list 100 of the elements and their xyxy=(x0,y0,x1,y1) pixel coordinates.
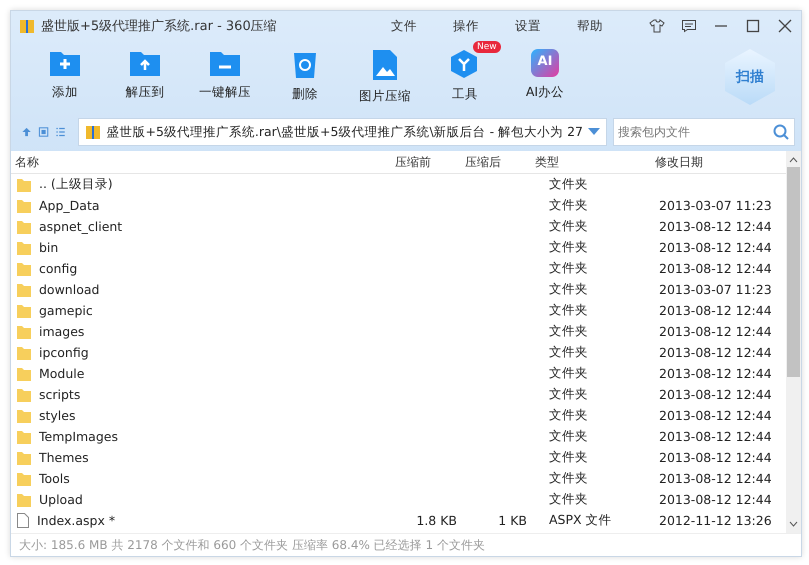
column-header[interactable]: 压缩前 xyxy=(391,154,461,170)
menu-item[interactable]: 文件 xyxy=(391,18,417,34)
table-cell-text: ASPX 文件 xyxy=(548,512,613,529)
scroll-thumb[interactable] xyxy=(787,167,800,377)
table-cell-text: 2013-08-12 12:44 xyxy=(658,345,773,360)
folder-icon xyxy=(17,366,31,380)
folder-icon xyxy=(17,408,31,422)
menu-item[interactable]: 帮助 xyxy=(577,18,603,34)
toolbar-button[interactable]: 删除 xyxy=(265,41,345,103)
folder-icon xyxy=(17,282,31,296)
toolbar-button[interactable]: 一键解压 xyxy=(185,41,265,101)
table-cell-text: 文件夹 xyxy=(548,344,589,361)
ai-icon-label: AI xyxy=(538,54,552,69)
table-cell-text: 2013-03-07 11:23 xyxy=(658,198,773,213)
folder-icon xyxy=(17,346,31,360)
table-cell-text: 2013-08-12 12:44 xyxy=(658,408,773,423)
file-name[interactable]: Themes xyxy=(35,450,93,465)
file-name[interactable]: gamepic xyxy=(35,303,97,318)
toolbar-button[interactable]: New 工具 xyxy=(425,41,505,103)
table-cell-text: 2013-08-12 12:44 xyxy=(658,471,773,486)
toolbar-button[interactable]: AI AI办公 xyxy=(505,41,585,101)
table-cell-text: 文件夹 xyxy=(548,197,589,214)
image-file-icon xyxy=(372,49,398,81)
table-cell-text: 2013-08-12 12:44 xyxy=(658,492,773,507)
folder-icon xyxy=(17,472,31,486)
file-icon xyxy=(17,513,29,528)
scroll-down-icon[interactable] xyxy=(789,521,798,527)
folder-icon xyxy=(17,178,31,192)
table-cell-text: 文件夹 xyxy=(548,218,589,235)
table-cell-text: 文件夹 xyxy=(548,428,589,445)
ai-logo-icon xyxy=(531,49,559,77)
column-header[interactable]: 名称 xyxy=(11,154,391,170)
table-cell-text: 2013-08-12 12:44 xyxy=(658,261,773,276)
search-field[interactable]: 搜索包内文件 xyxy=(613,118,795,146)
table-cell-text: 2013-08-12 12:44 xyxy=(658,450,773,465)
folder-icon xyxy=(17,492,31,506)
shirt-icon[interactable] xyxy=(649,18,665,34)
file-name[interactable]: styles xyxy=(35,408,80,423)
menu-item[interactable]: 操作 xyxy=(453,18,479,34)
column-header[interactable]: 压缩后 xyxy=(461,154,531,170)
table-cell-text: 2013-08-12 12:44 xyxy=(658,324,773,339)
table-cell-text: 文件夹 xyxy=(548,365,589,382)
folder-icon xyxy=(17,198,31,212)
scrollbar[interactable] xyxy=(786,151,801,533)
toolbar-button[interactable]: 解压到 xyxy=(105,41,185,101)
file-name[interactable]: Module xyxy=(35,366,88,381)
folder-icon xyxy=(17,220,31,234)
folder-plus-icon xyxy=(49,49,81,77)
column-header[interactable]: 类型 xyxy=(531,154,651,170)
file-name[interactable]: aspnet_client xyxy=(35,219,126,234)
folder-icon xyxy=(17,262,31,276)
table-cell-text: 文件夹 xyxy=(548,302,589,319)
file-name[interactable]: App_Data xyxy=(35,198,104,213)
table-cell-text: 文件夹 xyxy=(548,407,589,424)
folder-icon xyxy=(17,430,31,444)
file-name[interactable]: Tools xyxy=(35,471,74,486)
menu-item[interactable]: 设置 xyxy=(515,18,541,34)
close-icon[interactable] xyxy=(777,18,793,34)
table-cell-text: 文件夹 xyxy=(548,491,589,508)
status-bar: 大小: 185.6 MB 共 2178 个文件和 660 个文件夹 压缩率 68.4% 已经选择 1 个文件夹 xyxy=(11,533,801,556)
dropdown-caret-icon[interactable] xyxy=(588,128,600,136)
file-name[interactable]: ipconfig xyxy=(35,345,93,360)
toolbar-button[interactable]: 图片压缩 xyxy=(345,41,425,105)
table-cell-text: 1.8 KB xyxy=(415,513,458,528)
table-cell-text: 文件夹 xyxy=(548,449,589,466)
file-name[interactable]: TempImages xyxy=(35,429,122,444)
file-name[interactable]: images xyxy=(35,324,88,339)
table-cell-text: 文件夹 xyxy=(548,281,589,298)
scroll-up-icon[interactable] xyxy=(789,157,798,163)
search-icon[interactable] xyxy=(773,124,789,140)
address-bar[interactable]: 盛世版+5级代理推广系统.rar\盛世版+5级代理推广系统\新版后台 - 解包大小为 27 xyxy=(78,118,607,146)
maximize-icon[interactable] xyxy=(745,18,761,34)
folder-minus-icon xyxy=(209,49,241,77)
file-name[interactable]: config xyxy=(35,261,82,276)
column-header[interactable]: 修改日期 xyxy=(651,154,786,170)
file-name[interactable]: bin xyxy=(35,240,62,255)
file-name[interactable]: Upload xyxy=(35,492,87,507)
toolbar-button[interactable]: 添加 xyxy=(25,41,105,101)
table-cell-text: 文件夹 xyxy=(548,470,589,487)
folder-icon xyxy=(17,388,31,402)
file-name[interactable]: Index.aspx * xyxy=(33,513,120,528)
window-title: 盛世版+5级代理推广系统.rar - 360压缩 xyxy=(41,18,278,35)
table-cell-text: 2013-08-12 12:44 xyxy=(658,429,773,444)
table-cell-text: 文件夹 xyxy=(548,323,589,340)
folder-upload-icon xyxy=(129,49,161,77)
table-cell-text: 2013-08-12 12:44 xyxy=(658,219,773,234)
table-cell-text: 文件夹 xyxy=(548,239,589,256)
message-icon[interactable] xyxy=(681,18,697,34)
table-cell-text: 2013-08-12 12:44 xyxy=(658,387,773,402)
file-name[interactable]: .. (上级目录) xyxy=(35,176,117,193)
folder-icon xyxy=(17,240,31,254)
archive-icon xyxy=(19,18,35,34)
folder-icon xyxy=(17,450,31,464)
table-cell-text: 1 KB xyxy=(497,513,528,528)
table-cell-text: 文件夹 xyxy=(548,260,589,277)
table-cell-text: 2012-11-12 13:26 xyxy=(658,513,773,528)
table-cell-text: 2013-03-07 11:23 xyxy=(658,282,773,297)
file-name[interactable]: scripts xyxy=(35,387,84,402)
file-name[interactable]: download xyxy=(35,282,104,297)
folder-icon xyxy=(17,304,31,318)
